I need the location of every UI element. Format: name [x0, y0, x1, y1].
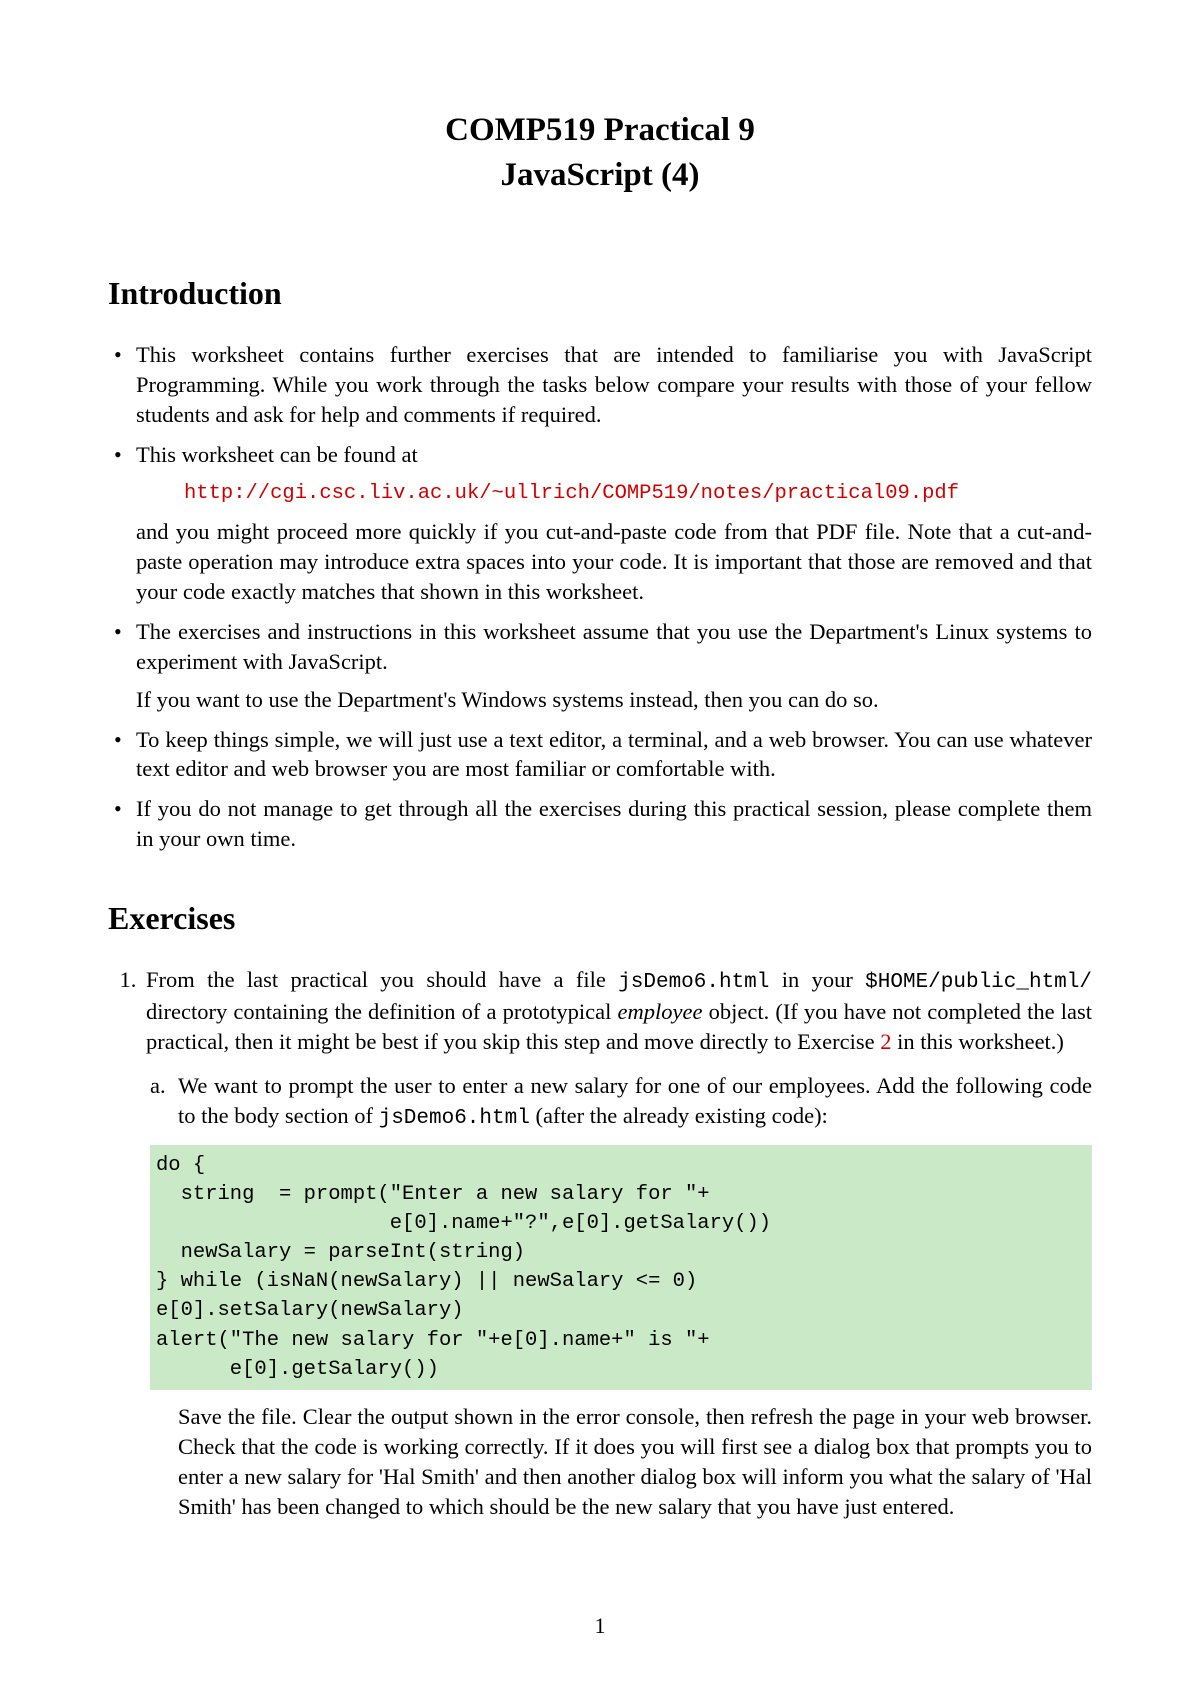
ex1a-post: Save the file. Clear the output shown in… — [178, 1402, 1092, 1522]
intro-bullet-4: To keep things simple, we will just use … — [108, 725, 1092, 785]
intro-bullet-2-post: and you might proceed more quickly if yo… — [136, 517, 1092, 607]
ex1-frag5: in this worksheet.) — [891, 1029, 1063, 1054]
ex1a-frag2: (after the already existing code): — [530, 1103, 828, 1128]
intro-bullet-5: If you do not manage to get through all … — [108, 794, 1092, 854]
ex1a-code1: jsDemo6.html — [379, 1107, 530, 1130]
title-line-1: COMP519 Practical 9 — [108, 108, 1092, 153]
page-number: 1 — [0, 1613, 1200, 1639]
intro-bullet-1: This worksheet contains further exercise… — [108, 340, 1092, 430]
introduction-heading: Introduction — [108, 275, 1092, 312]
exercise-2-link[interactable]: 2 — [880, 1029, 891, 1054]
intro-bullet-2: This worksheet can be found at http://cg… — [108, 440, 1092, 607]
exercises-list: From the last practical you should have … — [108, 965, 1092, 1521]
introduction-list: This worksheet contains further exercise… — [108, 340, 1092, 854]
exercise-1a: a. We want to prompt the user to enter a… — [150, 1071, 1092, 1521]
intro-bullet-3-p2: If you want to use the Department's Wind… — [136, 685, 1092, 715]
intro-bullet-4-text: To keep things simple, we will just use … — [136, 727, 1092, 782]
worksheet-url[interactable]: http://cgi.csc.liv.ac.uk/~ullrich/COMP51… — [184, 480, 1092, 507]
intro-bullet-3: The exercises and instructions in this w… — [108, 617, 1092, 715]
ex1-frag3: directory containing the definition of a… — [146, 999, 618, 1024]
ex1-frag1: From the last practical you should have … — [146, 967, 618, 992]
intro-bullet-2-pre: This worksheet can be found at — [136, 442, 418, 467]
ex1-frag2: in your — [769, 967, 865, 992]
exercise-1-sublist: a. We want to prompt the user to enter a… — [150, 1071, 1092, 1521]
ex1-code2: $HOME/public_html/ — [865, 971, 1092, 994]
exercise-1a-marker: a. — [150, 1071, 166, 1101]
exercise-1: From the last practical you should have … — [142, 965, 1092, 1521]
title-block: COMP519 Practical 9 JavaScript (4) — [108, 108, 1092, 197]
exercises-heading: Exercises — [108, 900, 1092, 937]
ex1-code1: jsDemo6.html — [618, 971, 769, 994]
document-page: COMP519 Practical 9 JavaScript (4) Intro… — [0, 0, 1200, 1697]
intro-bullet-5-text: If you do not manage to get through all … — [136, 796, 1092, 851]
title-line-2: JavaScript (4) — [108, 153, 1092, 198]
intro-bullet-3-p1: The exercises and instructions in this w… — [136, 619, 1092, 674]
ex1-italic: employee — [618, 999, 703, 1024]
intro-bullet-1-text: This worksheet contains further exercise… — [136, 342, 1092, 427]
code-block-1: do { string = prompt("Enter a new salary… — [150, 1145, 1092, 1390]
